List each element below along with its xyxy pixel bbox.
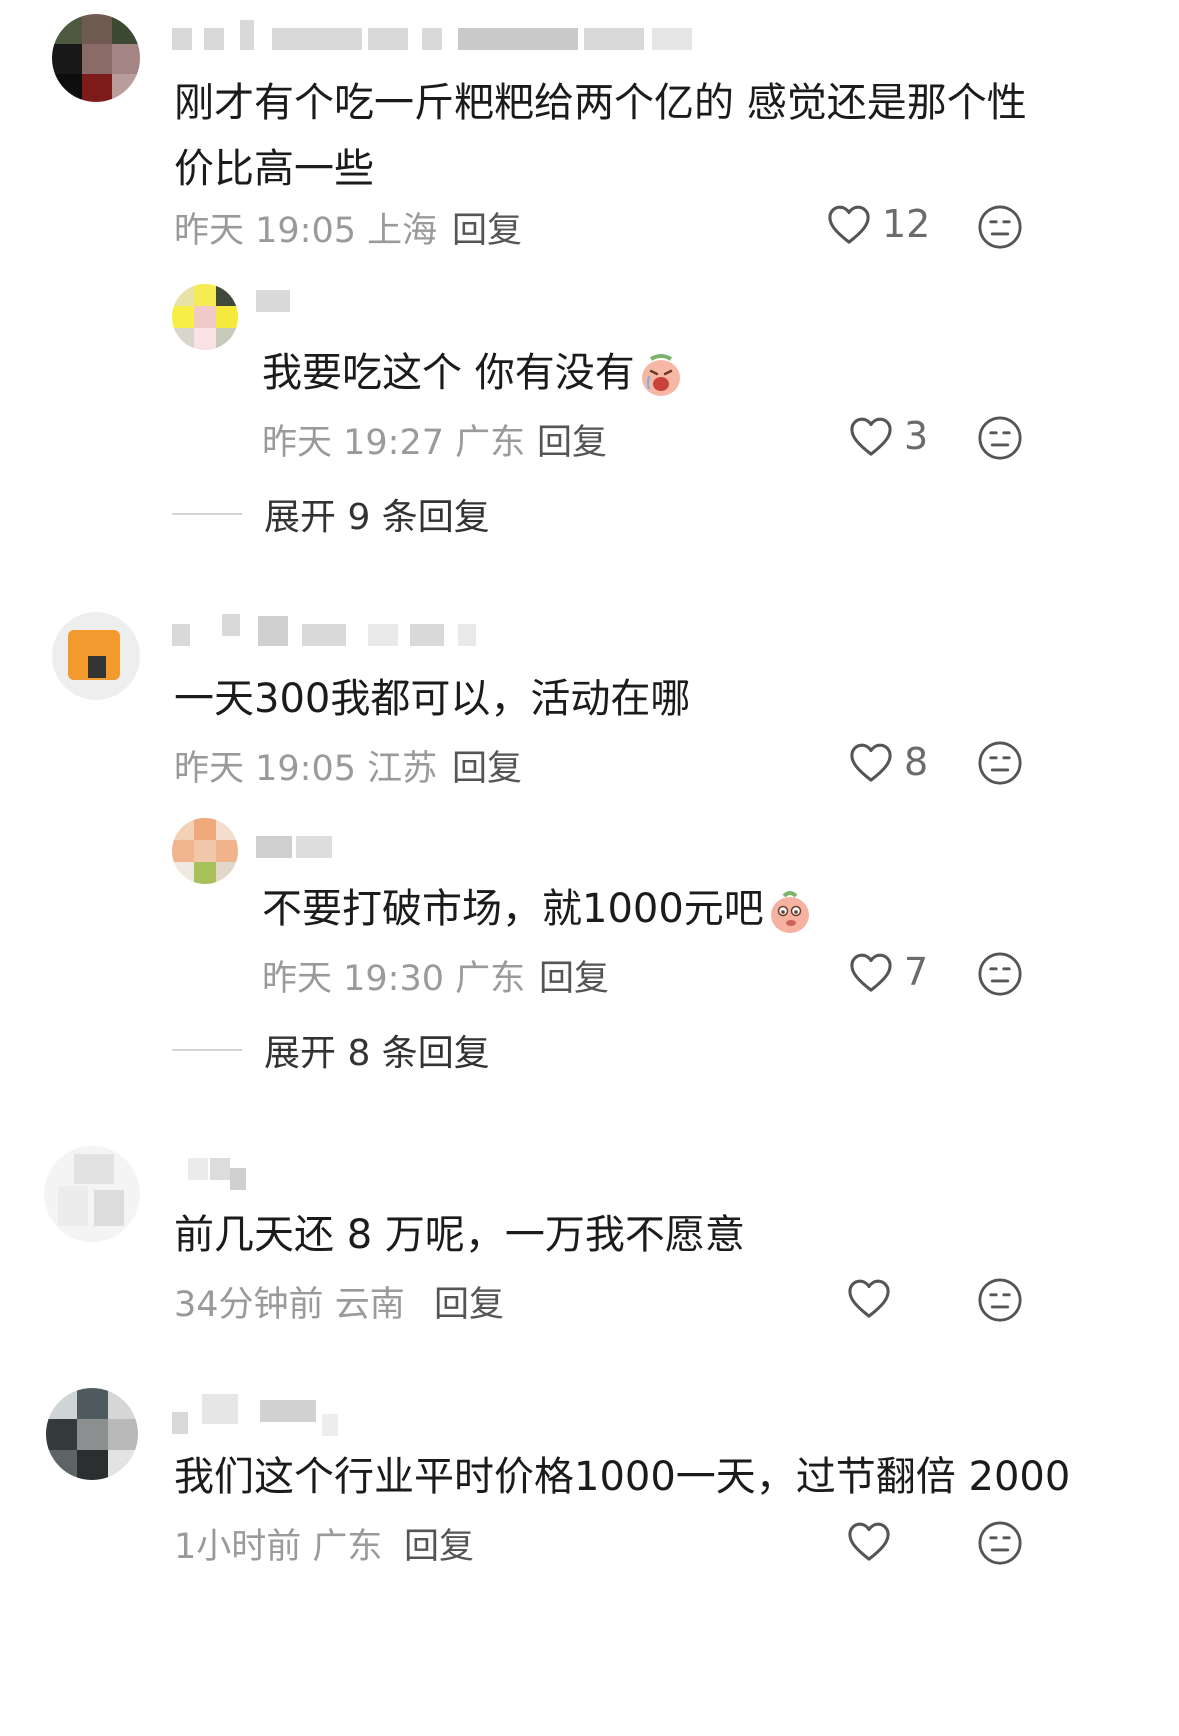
username-redacted[interactable] [256,836,336,858]
reply-text-content: 不要打破市场，就1000元吧 [262,886,764,932]
comment-text: 一天300我都可以，活动在哪 [174,676,691,722]
comment-time: 昨天 19:05 [174,211,356,251]
avatar[interactable] [172,818,238,884]
neutral-face-icon[interactable] [977,415,1023,461]
heart-outline-icon [848,1279,890,1318]
heart-outline-icon [848,1522,890,1561]
comment-time: 34分钟前 [174,1285,324,1325]
reply-button[interactable]: 回复 [537,414,607,465]
neutral-face-icon[interactable] [977,740,1023,786]
comment-meta: 昨天 19:05 江苏 [174,740,437,791]
divider [172,513,242,515]
heart-outline-icon [828,205,870,244]
expand-label: 展开 9 条回复 [264,497,490,538]
neutral-face-icon[interactable] [977,1520,1023,1566]
like-button[interactable]: 3 [848,414,928,458]
avatar[interactable] [44,1146,140,1242]
like-button[interactable]: 8 [848,740,928,784]
username-redacted[interactable] [256,290,296,312]
comment-location: 上海 [367,211,438,251]
reply-button[interactable]: 回复 [539,950,609,1001]
neutral-face-icon[interactable] [977,951,1023,997]
neutral-face-icon[interactable] [977,1277,1023,1323]
comment-meta: 1小时前 广东 [174,1518,382,1569]
reply-location: 广东 [455,423,526,463]
like-count: 8 [904,740,929,784]
avatar[interactable] [52,14,140,102]
neutral-face-icon[interactable] [977,204,1023,250]
reply-meta: 昨天 19:27 广东 [262,414,525,465]
like-button[interactable] [846,1277,892,1319]
shy-peach-sticker-icon [770,891,809,933]
reply-button[interactable]: 回复 [434,1276,504,1327]
like-count: 3 [904,414,929,458]
reply-text-content: 我要吃这个 你有没有 [262,350,635,396]
heart-outline-icon [850,953,892,992]
comment-meta: 昨天 19:05 上海 [174,202,437,253]
avatar[interactable] [52,612,140,700]
comment-location: 广东 [312,1527,383,1567]
username-redacted[interactable] [172,614,482,646]
like-count: 12 [882,202,931,246]
heart-outline-icon [850,417,892,456]
divider [172,1049,242,1051]
reply-meta: 昨天 19:30 广东 [262,950,525,1001]
reply-time: 昨天 19:27 [262,423,444,463]
expand-label: 展开 8 条回复 [264,1033,490,1074]
avatar[interactable] [172,284,238,350]
username-redacted[interactable] [188,1158,248,1190]
crying-sticker-icon [641,354,680,396]
like-count: 7 [904,950,929,994]
comment-location: 江苏 [367,749,438,789]
username-redacted[interactable] [172,20,692,50]
comment-location: 云南 [334,1285,405,1325]
username-redacted[interactable] [172,1394,352,1436]
comment-text: 我们这个行业平时价格1000一天，过节翻倍 2000 [174,1454,1071,1500]
comment-text: 刚才有个吃一斤粑粑给两个亿的 感觉还是那个性价比高一些 [174,80,1027,192]
heart-outline-icon [850,743,892,782]
avatar[interactable] [46,1388,138,1480]
comment-meta: 34分钟前 云南 [174,1276,405,1327]
expand-replies-button[interactable]: 展开 9 条回复 [172,488,490,540]
comment-text: 前几天还 8 万呢，一万我不愿意 [174,1212,745,1258]
reply-location: 广东 [455,959,526,999]
like-button[interactable] [846,1520,892,1562]
reply-text: 不要打破市场，就1000元吧 [262,876,814,942]
like-button[interactable]: 12 [826,202,930,246]
comment-time: 1小时前 [174,1527,302,1567]
comment-time: 昨天 19:05 [174,749,356,789]
reply-time: 昨天 19:30 [262,959,444,999]
reply-button[interactable]: 回复 [452,740,522,791]
expand-replies-button[interactable]: 展开 8 条回复 [172,1024,490,1076]
like-button[interactable]: 7 [848,950,928,994]
reply-button[interactable]: 回复 [452,202,522,253]
reply-text: 我要吃这个 你有没有 [262,340,685,406]
reply-button[interactable]: 回复 [404,1518,474,1569]
